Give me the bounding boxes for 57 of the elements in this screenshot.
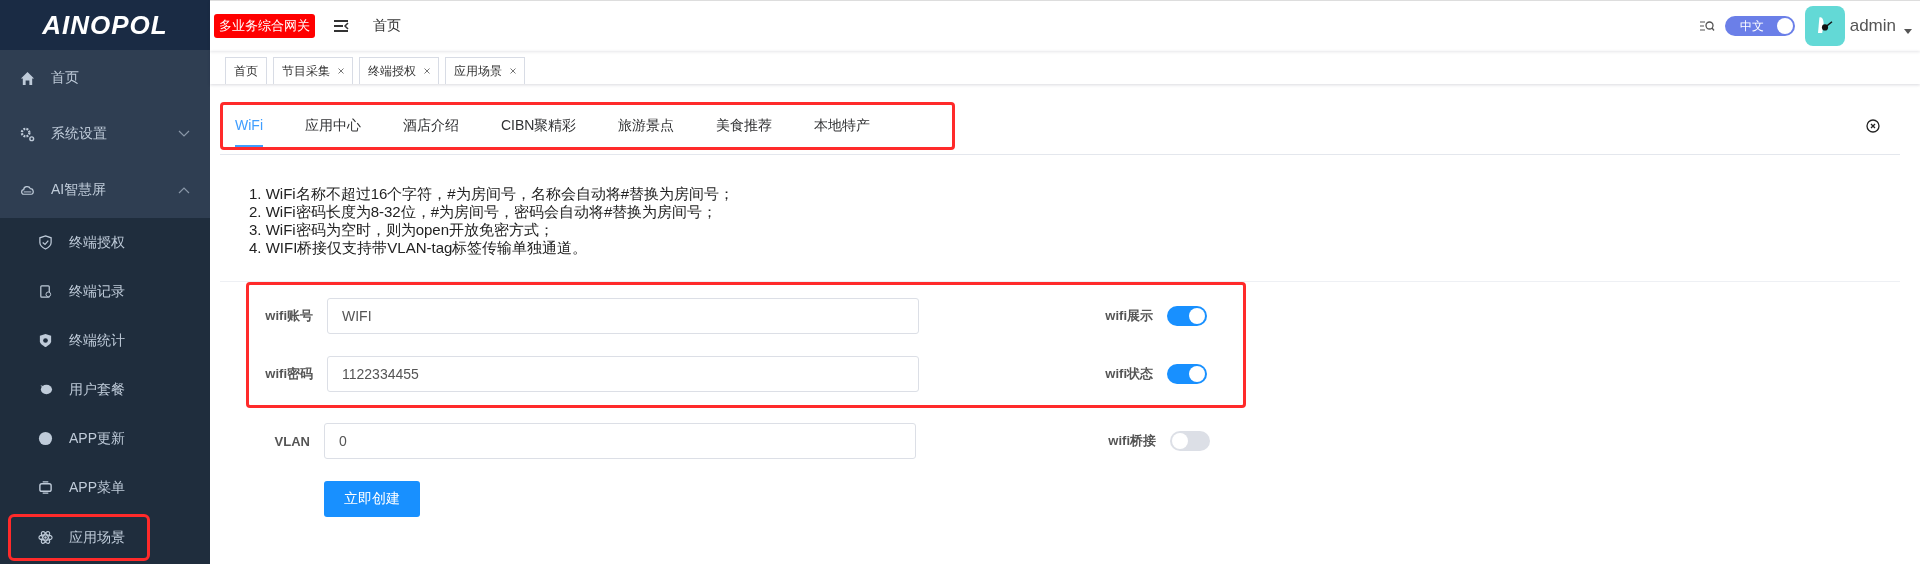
caret-icon[interactable] <box>1904 28 1912 34</box>
logo: AINOPOL <box>0 0 210 50</box>
tab[interactable]: 美食推荐 <box>716 105 773 147</box>
submenu-item[interactable]: 用户套餐 <box>0 365 210 414</box>
instruction-text: 2. WiFi密码长度为8-32位，#为房间号，密码会自动将#替换为房间号； <box>249 203 719 221</box>
tab[interactable]: 旅游景点 <box>618 105 675 147</box>
submenu-item[interactable]: 应用场景 <box>8 514 150 561</box>
input-field[interactable]: 1122334455 <box>327 356 919 392</box>
menu-item[interactable]: 首页 <box>0 50 210 106</box>
menu-item[interactable]: AI智慧屏 <box>0 162 210 218</box>
input-field[interactable]: WIFI <box>327 298 919 334</box>
switch-label: wifi状态 <box>1105 365 1153 383</box>
toggle-switch[interactable] <box>1167 364 1207 384</box>
menu-item[interactable]: 系统设置 <box>0 106 210 162</box>
app-icon <box>38 480 53 495</box>
field-label: wifi密码 <box>264 365 314 383</box>
toggle-switch[interactable] <box>1170 431 1210 451</box>
instruction-text: 3. WiFi密码为空时，则为open开放免密方式； <box>249 221 556 239</box>
tag-tab[interactable]: 节目采集 <box>273 57 353 84</box>
clipboard-icon <box>38 284 53 299</box>
tag-tab[interactable]: 终端授权 <box>359 57 439 84</box>
submenu-item[interactable]: 终端统计 <box>0 316 210 365</box>
shield-icon <box>38 333 53 348</box>
tab[interactable]: 本地特产 <box>814 105 871 147</box>
field-label: wifi账号 <box>264 307 314 325</box>
toggle-switch[interactable] <box>1167 306 1207 326</box>
instruction-text: 1. WiFi名称不超过16个字符，#为房间号，名称会自动将#替换为房间号； <box>249 185 736 203</box>
tag-tab[interactable]: 首页 <box>225 57 267 84</box>
switch-label: wifi桥接 <box>1108 432 1156 450</box>
submenu-item[interactable]: APP更新 <box>0 414 210 463</box>
submenu-item[interactable]: APP菜单 <box>0 463 210 512</box>
circle-icon <box>38 431 53 446</box>
search-icon[interactable] <box>1698 19 1715 33</box>
switch-label: wifi展示 <box>1105 307 1153 325</box>
chevron-down-icon <box>178 130 190 138</box>
field-label: VLAN <box>273 433 311 449</box>
atom-icon <box>38 530 53 545</box>
shield-check-icon <box>38 235 53 250</box>
avatar[interactable] <box>1804 6 1845 46</box>
submenu-item[interactable]: 终端记录 <box>0 267 210 316</box>
tab[interactable]: CIBN聚精彩 <box>501 105 577 147</box>
tab[interactable]: 应用中心 <box>305 105 361 147</box>
breadcrumb[interactable]: 首页 <box>373 17 401 35</box>
language-switch[interactable]: 中文 <box>1724 16 1795 36</box>
submenu-item[interactable]: 终端授权 <box>0 218 210 267</box>
app-badge: 多业务综合网关 <box>214 14 315 38</box>
close-icon[interactable] <box>1866 119 1880 133</box>
home-icon <box>20 70 35 86</box>
bubble-icon <box>38 382 53 397</box>
tag-tab[interactable]: 应用场景 <box>445 57 525 84</box>
chevron-up-icon <box>178 186 190 194</box>
username[interactable]: admin <box>1849 16 1896 36</box>
gears-icon <box>20 126 35 142</box>
instruction-text: 4. WIFI桥接仅支持带VLAN-tag标签传输单独通道。 <box>249 239 589 257</box>
tab[interactable]: 酒店介绍 <box>403 105 459 147</box>
menu-icon[interactable] <box>333 19 349 33</box>
input-field[interactable]: 0 <box>324 423 916 459</box>
